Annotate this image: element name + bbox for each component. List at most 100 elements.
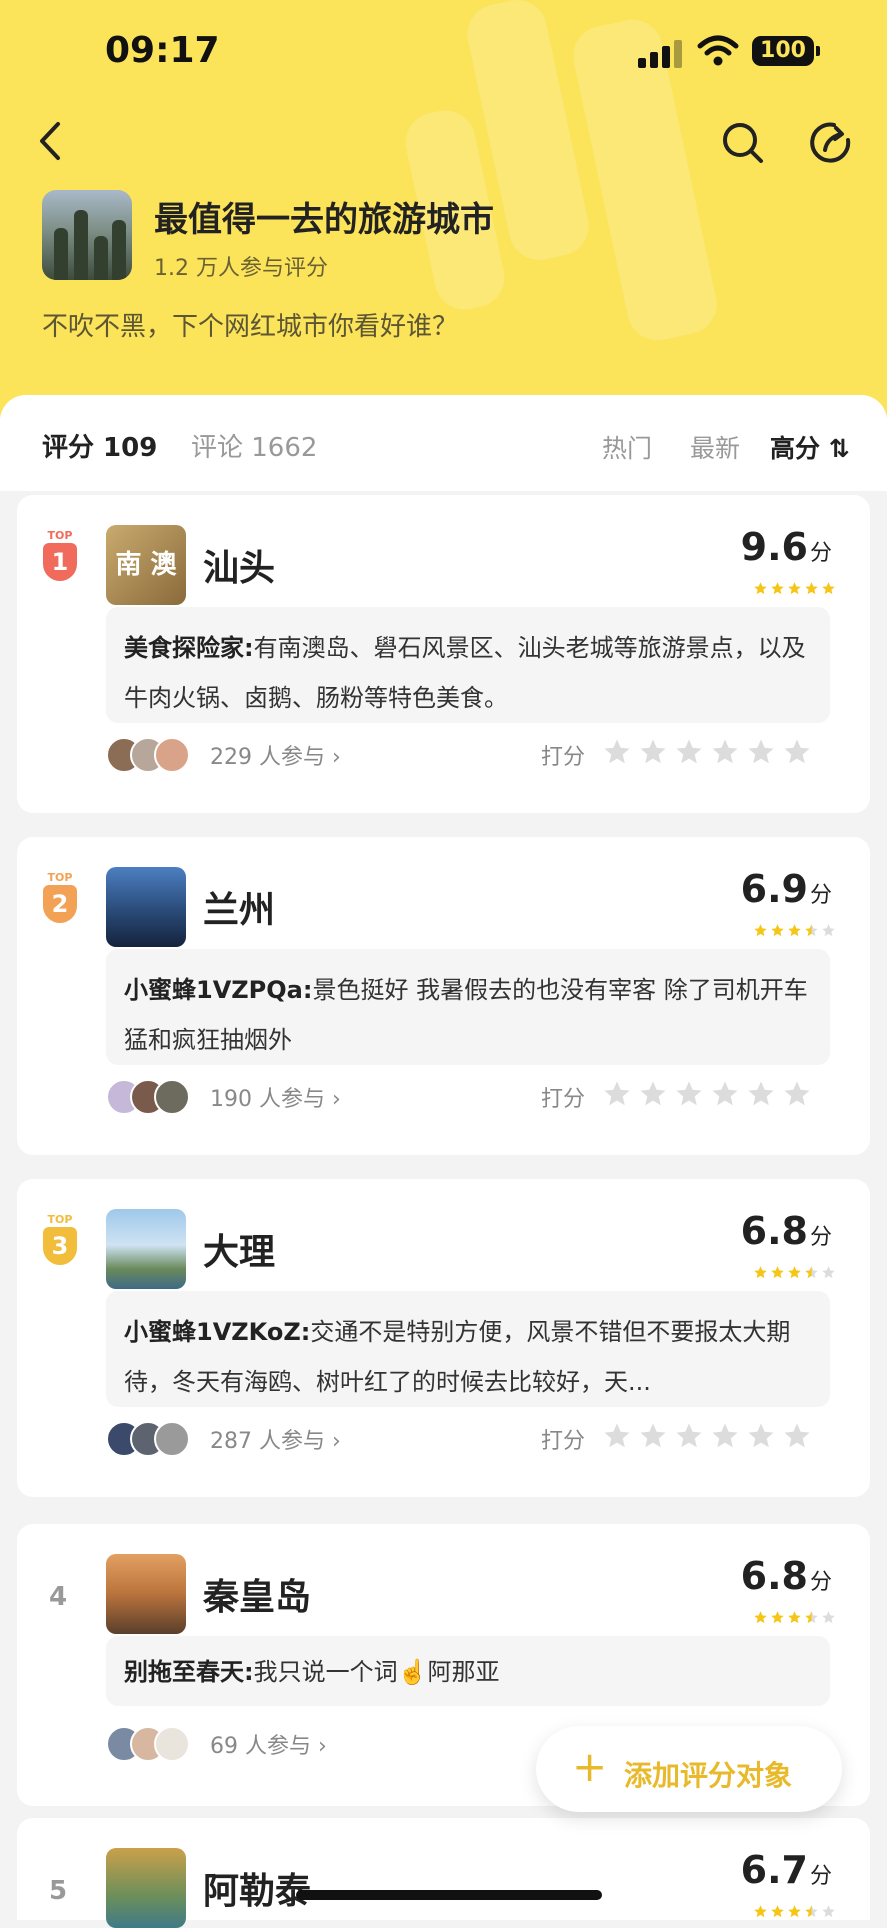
add-rating-object-button[interactable]: + 添加评分对象: [536, 1726, 842, 1812]
share-icon[interactable]: [808, 120, 854, 166]
score: 9.6分: [740, 525, 832, 569]
score: 6.7分: [740, 1848, 832, 1892]
star-icon: [754, 1611, 767, 1624]
rate-star-icon[interactable]: [746, 1079, 776, 1109]
city-thumbnail: 南 澳: [106, 525, 186, 605]
sort-hot[interactable]: 热门: [602, 429, 652, 465]
rank-badge: TOP 3: [41, 1213, 79, 1265]
participants-link[interactable]: 190 人参与 ›: [210, 1081, 341, 1113]
city-name: 汕头: [203, 548, 276, 589]
star-icon: [754, 582, 767, 595]
star-icon: [805, 1266, 818, 1279]
topic-description: 不吹不黑，下个网红城市你看好谁？: [42, 312, 459, 342]
card-footer: 190 人参与 › 打分: [106, 1077, 846, 1117]
rank-number: 4: [49, 1582, 68, 1612]
score-stars: [751, 581, 836, 597]
rate-star-icon[interactable]: [638, 737, 668, 767]
rate-star-icon[interactable]: [746, 737, 776, 767]
score-stars: [751, 1904, 836, 1920]
list-item[interactable]: 5 阿勒泰 6.7分: [17, 1818, 870, 1928]
participants-link[interactable]: 69 人参与 ›: [210, 1728, 327, 1760]
rank-badge: TOP 1: [41, 529, 79, 581]
sort-latest[interactable]: 最新: [690, 429, 740, 465]
list-item[interactable]: TOP 1 南 澳 汕头 9.6分 美食探险家:有南澳岛、礐石风景区、汕头老城等…: [17, 495, 870, 813]
star-icon: [805, 1611, 818, 1624]
star-icon: [771, 582, 784, 595]
tab-comments[interactable]: 评论 1662: [191, 427, 317, 464]
star-icon: [822, 582, 835, 595]
tab-bar: 评分 109 评论 1662 热门 最新 高分 ⇅: [0, 395, 887, 491]
star-icon: [788, 1266, 801, 1279]
plus-icon: +: [572, 1742, 608, 1791]
rate-star-icon[interactable]: [674, 1079, 704, 1109]
status-bar: 09:17 100: [0, 30, 887, 74]
top-comment: 美食探险家:有南澳岛、礐石风景区、汕头老城等旅游景点，以及牛肉火锅、卤鹅、肠粉等…: [106, 607, 830, 723]
topic-cover-image: [42, 190, 132, 280]
star-icon: [788, 582, 801, 595]
star-icon: [771, 1266, 784, 1279]
star-icon: [788, 1905, 801, 1918]
rate-star-icon[interactable]: [602, 737, 632, 767]
rate-star-icon[interactable]: [638, 1079, 668, 1109]
back-icon[interactable]: [30, 118, 76, 164]
star-icon: [805, 582, 818, 595]
sort-high-score[interactable]: 高分 ⇅: [770, 429, 850, 465]
top-comment: 别拖至春天:我只说一个词☝️阿那亚: [106, 1636, 830, 1706]
rate-star-icon[interactable]: [710, 1421, 740, 1451]
star-icon: [771, 1905, 784, 1918]
rate-stars[interactable]: [602, 1421, 818, 1455]
city-name: 兰州: [203, 890, 276, 931]
star-icon: [754, 1266, 767, 1279]
list-item[interactable]: TOP 3 大理 6.8分 小蜜蜂1VZKoZ:交通不是特别方便，风景不错但不要…: [17, 1179, 870, 1497]
score-stars: [751, 1265, 836, 1281]
star-icon: [754, 1905, 767, 1918]
rate-star-icon[interactable]: [782, 1079, 812, 1109]
rate-star-icon[interactable]: [674, 737, 704, 767]
rate-star-icon[interactable]: [674, 1421, 704, 1451]
rate-star-icon[interactable]: [638, 1421, 668, 1451]
city-thumbnail: [106, 1848, 186, 1928]
rate-star-icon[interactable]: [746, 1421, 776, 1451]
search-icon[interactable]: [720, 120, 766, 166]
participants-link[interactable]: 229 人参与 ›: [210, 739, 341, 771]
top-comment: 小蜜蜂1VZKoZ:交通不是特别方便，风景不错但不要报太大期待，冬天有海鸥、树叶…: [106, 1291, 830, 1407]
rate-star-icon[interactable]: [782, 1421, 812, 1451]
score-stars: [751, 923, 836, 939]
battery-icon: 100: [752, 36, 820, 66]
rate-star-icon[interactable]: [602, 1421, 632, 1451]
participants-link[interactable]: 287 人参与 ›: [210, 1423, 341, 1455]
rate-star-icon[interactable]: [602, 1079, 632, 1109]
wifi-icon: [697, 35, 739, 66]
rate-stars[interactable]: [602, 737, 818, 771]
rate-star-icon[interactable]: [782, 737, 812, 767]
star-icon: [788, 924, 801, 937]
star-icon: [754, 924, 767, 937]
rate-stars[interactable]: [602, 1079, 818, 1113]
city-thumbnail: [106, 867, 186, 947]
rate-label: 打分: [541, 1087, 586, 1112]
score: 6.8分: [740, 1554, 832, 1598]
card-footer: 229 人参与 › 打分: [106, 735, 846, 775]
add-rating-object-label: 添加评分对象: [624, 1759, 793, 1792]
star-icon: [771, 924, 784, 937]
star-icon: [788, 1611, 801, 1624]
list-item[interactable]: TOP 2 兰州 6.9分 小蜜蜂1VZPQa:景色挺好 我暑假去的也没有宰客 …: [17, 837, 870, 1155]
home-indicator: [296, 1890, 602, 1900]
rate-label: 打分: [541, 745, 586, 770]
star-icon: [822, 1611, 835, 1624]
star-icon: [771, 1611, 784, 1624]
star-icon: [805, 924, 818, 937]
nav-bar: [0, 118, 887, 168]
tab-ratings[interactable]: 评分 109: [42, 427, 157, 464]
rate-star-icon[interactable]: [710, 1079, 740, 1109]
city-name: 大理: [203, 1232, 276, 1273]
city-thumbnail: [106, 1554, 186, 1634]
city-thumbnail: [106, 1209, 186, 1289]
star-icon: [822, 1905, 835, 1918]
signal-icon: [638, 40, 682, 68]
participant-count: 1.2 万人参与评分: [154, 256, 328, 281]
rank-badge: TOP 2: [41, 871, 79, 923]
card-footer: 287 人参与 › 打分: [106, 1419, 846, 1459]
page-title: 最值得一去的旅游城市: [154, 200, 494, 240]
rate-star-icon[interactable]: [710, 737, 740, 767]
